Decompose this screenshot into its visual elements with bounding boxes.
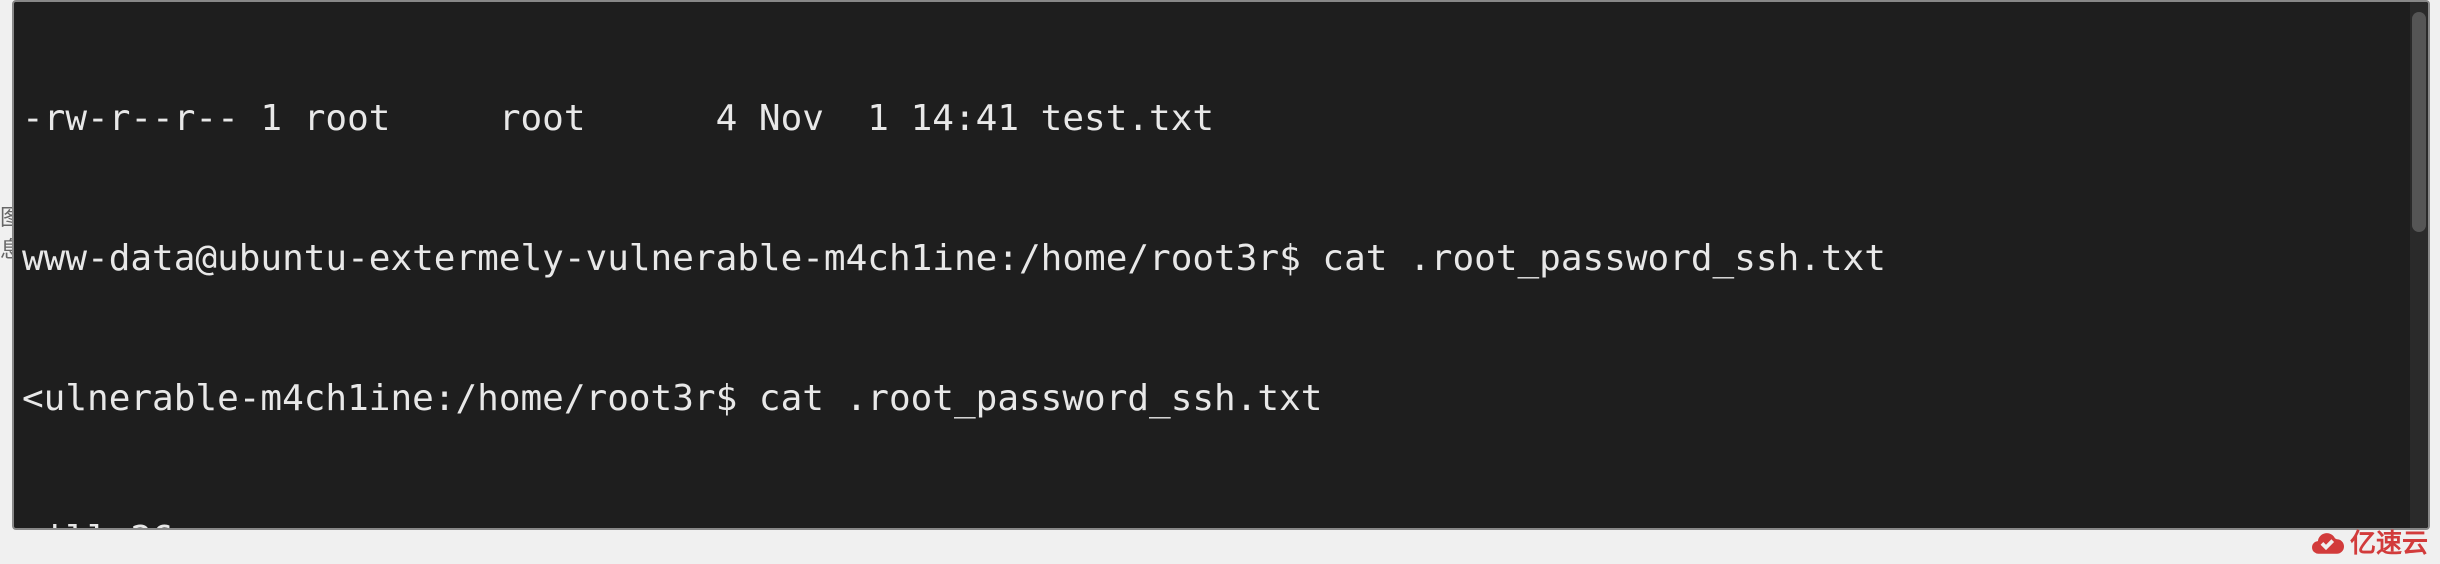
terminal-line: willy26 (22, 517, 2420, 530)
terminal-line: <ulnerable-m4ch1ine:/home/root3r$ cat .r… (22, 376, 2420, 423)
terminal-line: -rw-r--r-- 1 root root 4 Nov 1 14:41 tes… (22, 96, 2420, 143)
terminal-line: www-data@ubuntu-extermely-vulnerable-m4c… (22, 236, 2420, 283)
scrollbar[interactable] (2410, 2, 2428, 528)
scrollbar-thumb[interactable] (2412, 12, 2426, 232)
terminal-window[interactable]: -rw-r--r-- 1 root root 4 Nov 1 14:41 tes… (12, 0, 2430, 530)
watermark-text: 亿速云 (2350, 523, 2428, 560)
cloud-logo-icon (2308, 524, 2344, 560)
watermark: 亿速云 (2308, 523, 2428, 560)
